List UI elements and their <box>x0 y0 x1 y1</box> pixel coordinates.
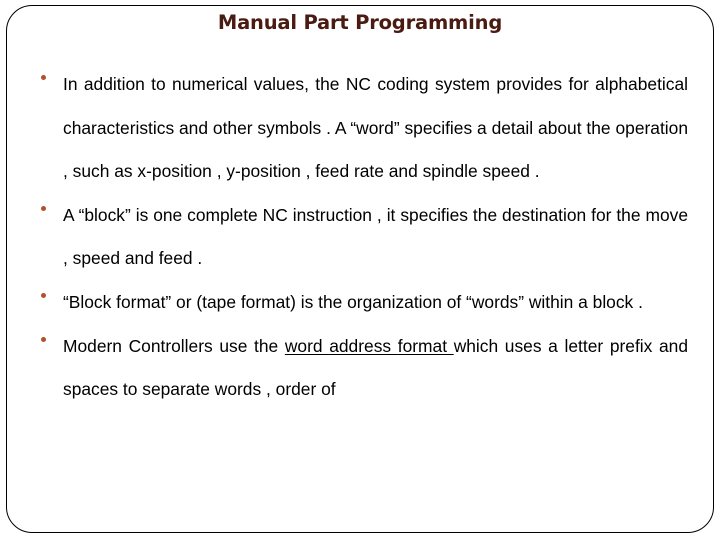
bullet-text-1: In addition to numerical values, the NC … <box>63 74 688 182</box>
round-bullet-icon <box>41 336 46 342</box>
list-item: In addition to numerical values, the NC … <box>36 63 688 194</box>
bullet-4-lead-text: Modern Controllers use the <box>63 335 285 356</box>
list-item: A “block” is one complete NC instruction… <box>36 194 688 281</box>
slide-canvas: Manual Part Programming In addition to n… <box>0 0 720 540</box>
list-item: Modern Controllers use the word address … <box>36 325 688 412</box>
emphasis-format: format <box>397 335 454 356</box>
round-bullet-icon <box>41 75 46 80</box>
bullet-text-3: “Block format” or (tape format) is the o… <box>63 291 643 312</box>
emphasis-word: word <box>284 335 330 356</box>
list-item: “Block format” or (tape format) is the o… <box>36 281 688 325</box>
page-title: Manual Part Programming <box>217 11 503 34</box>
bullet-text-4: Modern Controllers use the word address … <box>36 325 688 412</box>
round-bullet-icon <box>41 292 46 298</box>
emphasis-address: address <box>329 335 398 356</box>
bullet-text-2: A “block” is one complete NC instruction… <box>63 204 688 269</box>
bullet-list: In addition to numerical values, the NC … <box>36 63 688 412</box>
round-bullet-icon <box>41 205 46 211</box>
